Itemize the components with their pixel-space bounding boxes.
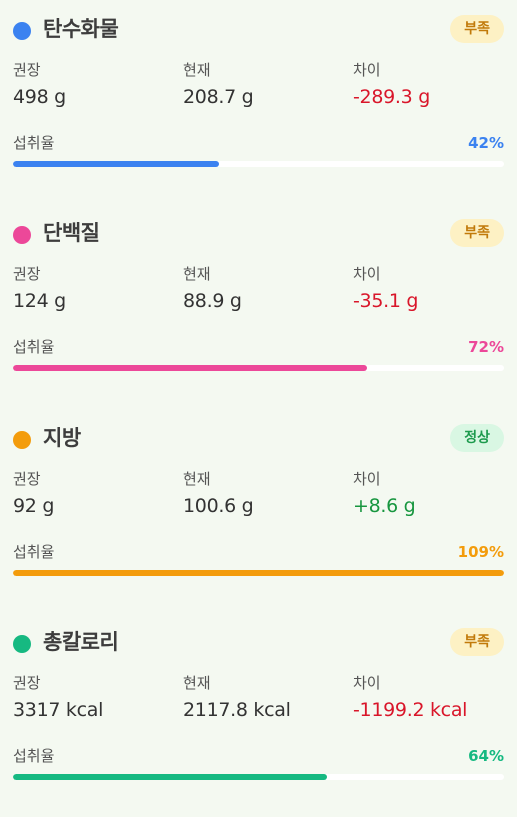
current-value: 88.9 g — [183, 290, 242, 312]
intake-percent: 42% — [468, 134, 504, 152]
current-label: 현재 — [183, 61, 211, 79]
recommended-value: 124 g — [13, 290, 66, 312]
intake-label: 섭취율 — [13, 543, 55, 561]
nutrient-stats: 권장 3317 kcal 현재 2117.8 kcal 차이 -1199.2 k… — [13, 673, 504, 723]
intake-percent: 64% — [468, 747, 504, 765]
recommended-stat: 권장 498 g — [13, 60, 66, 110]
status-badge: 정상 — [450, 424, 504, 452]
nutrient-title: 단백질 — [43, 221, 100, 245]
nutrient-header: 지방 정상 — [13, 421, 504, 457]
nutrient-header: 탄수화물 부족 — [13, 12, 504, 48]
current-label: 현재 — [183, 674, 211, 692]
difference-label: 차이 — [353, 674, 381, 692]
intake-progress-bar — [13, 774, 504, 780]
intake-row: 섭취율 72% — [13, 336, 504, 358]
intake-percent: 72% — [468, 338, 504, 356]
intake-label: 섭취율 — [13, 747, 55, 765]
nutrient-card-carbohydrate: 탄수화물 부족 권장 498 g 현재 208.7 g 차이 -289.3 g … — [0, 0, 517, 204]
current-stat: 현재 2117.8 kcal — [183, 673, 291, 723]
status-badge: 부족 — [450, 628, 504, 656]
intake-row: 섭취율 42% — [13, 132, 504, 154]
intake-row: 섭취율 109% — [13, 541, 504, 563]
intake-progress-fill — [13, 570, 504, 576]
difference-stat: 차이 +8.6 g — [353, 469, 416, 519]
current-value: 2117.8 kcal — [183, 699, 291, 721]
difference-value: -1199.2 kcal — [353, 699, 468, 721]
recommended-label: 권장 — [13, 265, 41, 283]
difference-stat: 차이 -289.3 g — [353, 60, 430, 110]
recommended-label: 권장 — [13, 61, 41, 79]
recommended-value: 92 g — [13, 495, 55, 517]
intake-percent: 109% — [457, 543, 504, 561]
nutrient-title: 탄수화물 — [43, 17, 119, 41]
recommended-stat: 권장 3317 kcal — [13, 673, 103, 723]
difference-stat: 차이 -35.1 g — [353, 264, 418, 314]
intake-progress-bar — [13, 161, 504, 167]
current-value: 100.6 g — [183, 495, 254, 517]
intake-progress-fill — [13, 774, 328, 780]
status-badge: 부족 — [450, 219, 504, 247]
nutrient-stats: 권장 498 g 현재 208.7 g 차이 -289.3 g — [13, 60, 504, 110]
recommended-label: 권장 — [13, 470, 41, 488]
nutrient-color-dot — [13, 226, 31, 244]
intake-row: 섭취율 64% — [13, 745, 504, 767]
nutrient-color-dot — [13, 635, 31, 653]
intake-progress-bar — [13, 570, 504, 576]
nutrient-card-total-calories: 총칼로리 부족 권장 3317 kcal 현재 2117.8 kcal 차이 -… — [0, 613, 517, 817]
difference-value: -35.1 g — [353, 290, 419, 312]
difference-label: 차이 — [353, 470, 381, 488]
current-stat: 현재 100.6 g — [183, 469, 254, 519]
current-stat: 현재 88.9 g — [183, 264, 242, 314]
difference-value: -289.3 g — [353, 86, 430, 108]
recommended-stat: 권장 124 g — [13, 264, 66, 314]
nutrient-card-protein: 단백질 부족 권장 124 g 현재 88.9 g 차이 -35.1 g 섭취율… — [0, 204, 517, 408]
current-label: 현재 — [183, 470, 211, 488]
current-value: 208.7 g — [183, 86, 254, 108]
difference-value: +8.6 g — [353, 495, 416, 517]
difference-stat: 차이 -1199.2 kcal — [353, 673, 467, 723]
recommended-label: 권장 — [13, 674, 41, 692]
recommended-value: 498 g — [13, 86, 66, 108]
nutrient-title: 총칼로리 — [43, 630, 119, 654]
recommended-stat: 권장 92 g — [13, 469, 54, 519]
recommended-value: 3317 kcal — [13, 699, 104, 721]
intake-progress-bar — [13, 365, 504, 371]
nutrient-title: 지방 — [43, 426, 81, 450]
current-label: 현재 — [183, 265, 211, 283]
nutrient-stats: 권장 124 g 현재 88.9 g 차이 -35.1 g — [13, 264, 504, 314]
status-badge: 부족 — [450, 15, 504, 43]
nutrient-header: 단백질 부족 — [13, 216, 504, 252]
difference-label: 차이 — [353, 265, 381, 283]
intake-label: 섭취율 — [13, 134, 55, 152]
nutrient-color-dot — [13, 431, 31, 449]
intake-progress-fill — [13, 365, 367, 371]
current-stat: 현재 208.7 g — [183, 60, 254, 110]
intake-label: 섭취율 — [13, 338, 55, 356]
nutrient-color-dot — [13, 22, 31, 40]
nutrient-header: 총칼로리 부족 — [13, 625, 504, 661]
difference-label: 차이 — [353, 61, 381, 79]
nutrient-stats: 권장 92 g 현재 100.6 g 차이 +8.6 g — [13, 469, 504, 519]
intake-progress-fill — [13, 161, 220, 167]
nutrient-card-fat: 지방 정상 권장 92 g 현재 100.6 g 차이 +8.6 g 섭취율 1… — [0, 409, 517, 613]
